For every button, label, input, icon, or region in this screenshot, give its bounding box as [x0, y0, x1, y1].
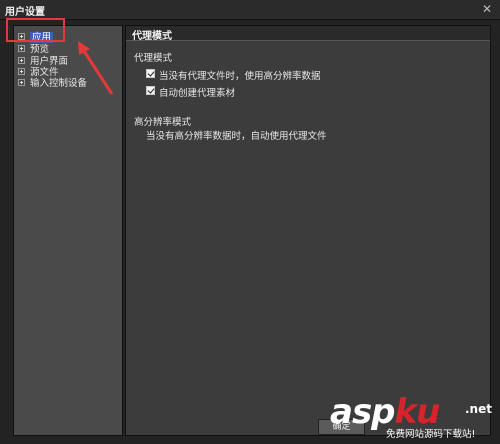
- watermark-text-a: asp: [330, 392, 396, 432]
- tree-item-user-interface[interactable]: 用户界面: [18, 53, 68, 67]
- expand-icon[interactable]: [18, 79, 25, 86]
- window-title: 用户设置: [5, 7, 45, 18]
- annotation-arrow: [78, 41, 114, 95]
- close-icon[interactable]: ✕: [480, 2, 494, 16]
- option-label-use-high-res: 当没有代理文件时，使用高分辨率数据: [159, 71, 321, 82]
- annotation-highlight-box: [6, 18, 65, 42]
- checkbox-auto-create-proxy[interactable]: [146, 86, 155, 95]
- panel-title: 代理模式: [132, 31, 172, 42]
- expand-icon[interactable]: [18, 57, 25, 64]
- section-title-high-res-mode: 高分辨率模式: [134, 117, 192, 128]
- title-bar[interactable]: 用户设置 ✕: [0, 0, 500, 20]
- checkbox-use-high-res-when-no-proxy[interactable]: [146, 69, 155, 78]
- expand-icon[interactable]: [18, 45, 25, 52]
- expand-icon[interactable]: [18, 68, 25, 75]
- section-description-high-res-mode: 当没有高分辨率数据时，自动使用代理文件: [146, 131, 327, 142]
- panel-header: 代理模式: [126, 26, 490, 42]
- section-title-proxy-mode: 代理模式: [134, 53, 173, 64]
- watermark-subtitle: 免费网站源码下载站!: [386, 429, 476, 440]
- tree-item-preview[interactable]: 预览: [18, 41, 49, 55]
- option-label-auto-create-proxy: 自动创建代理素材: [159, 88, 236, 99]
- user-settings-dialog: 用户设置 ✕ 应用 预览 用户界面 源文件 输入控制设备 代理模式 代理模式 当…: [0, 0, 500, 444]
- settings-panel: 代理模式 代理模式 当没有代理文件时，使用高分辨率数据 自动创建代理素材 高分辨…: [125, 25, 491, 436]
- watermark-net: .net: [465, 402, 492, 416]
- tree-item-source-file[interactable]: 源文件: [18, 64, 59, 78]
